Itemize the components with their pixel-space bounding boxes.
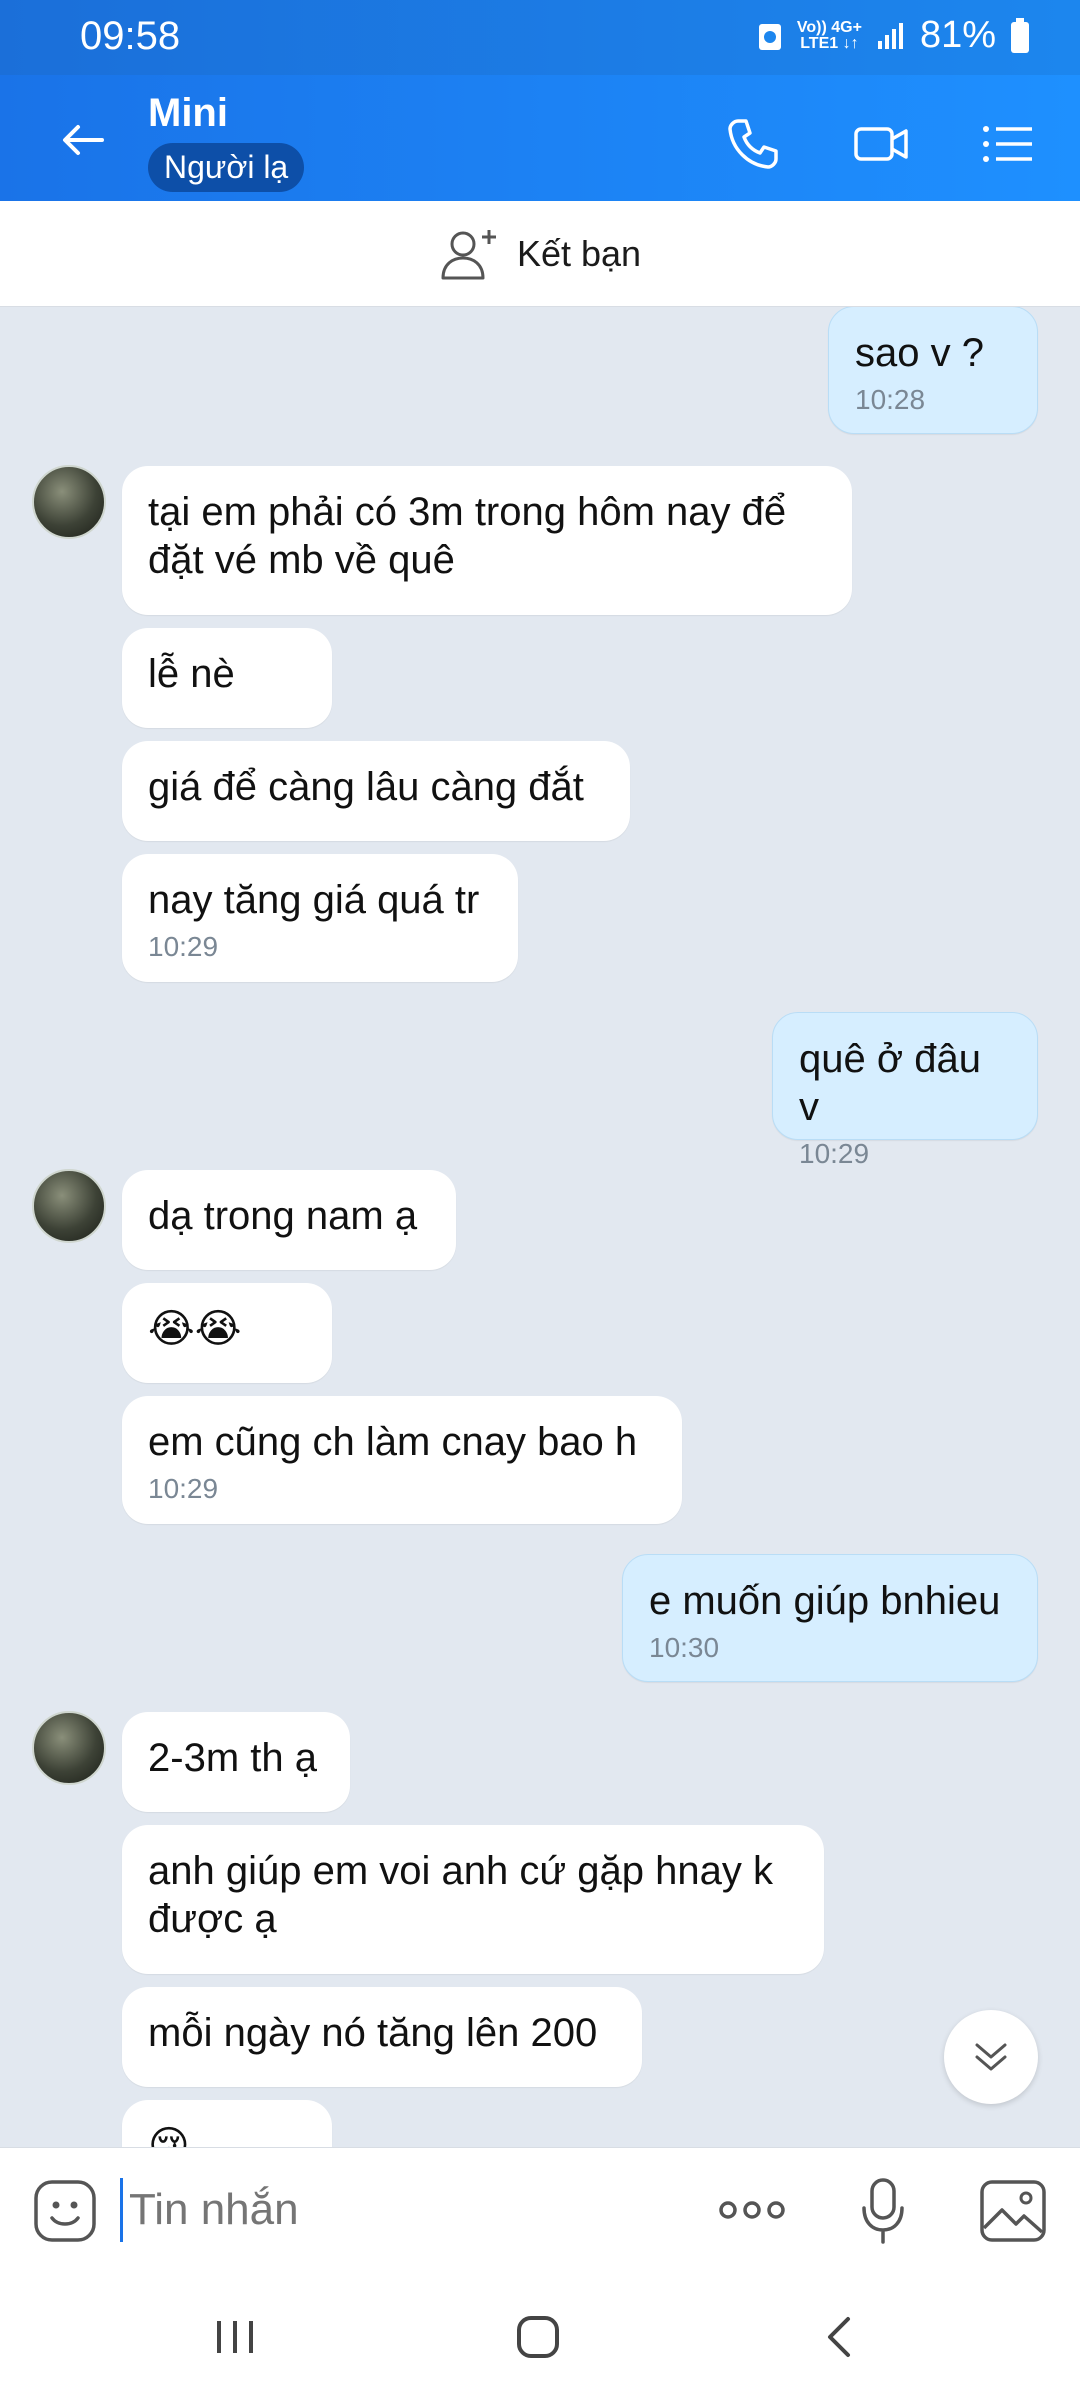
message-bubble-incoming[interactable]: anh giúp em voi anh cứ gặp hnay k được ạ <box>122 1825 824 1974</box>
message-list[interactable]: sao v ? 10:28 tại em phải có 3m trong hô… <box>0 307 1080 2147</box>
message-text: lễ nè <box>148 652 235 696</box>
message-text: e muốn giúp bnhieu <box>649 1579 1001 1623</box>
message-bubble-incoming[interactable]: giá để càng lâu càng đắt <box>122 741 630 841</box>
recycle-icon <box>758 23 781 50</box>
message-bubble-incoming[interactable]: nay tăng giá quá tr 10:29 <box>122 854 518 982</box>
back-arrow-icon[interactable] <box>58 115 108 165</box>
message-bubble-incoming[interactable]: lễ nè <box>122 628 332 728</box>
message-text: anh giúp em voi anh cứ gặp hnay k được ạ <box>148 1849 773 1941</box>
phone-icon[interactable] <box>724 115 782 173</box>
menu-list-icon[interactable] <box>978 115 1036 173</box>
contact-avatar[interactable] <box>32 1169 106 1243</box>
chat-header: Mini Người lạ <box>0 75 1080 201</box>
message-text: em cũng ch làm cnay bao h <box>148 1420 638 1464</box>
battery-percent: 81% <box>919 14 996 56</box>
message-input[interactable] <box>120 2178 680 2242</box>
composer-bar <box>0 2147 1080 2273</box>
more-options-icon[interactable] <box>716 2190 788 2230</box>
message-time: 10:28 <box>855 384 926 415</box>
message-text: 😭😭 <box>148 1307 242 1351</box>
signal-icon <box>877 22 903 49</box>
system-navigation-bar <box>0 2273 1080 2400</box>
message-bubble-outgoing[interactable]: quê ở đâu v 10:29 <box>772 1012 1038 1169</box>
message-bubble-incoming[interactable]: dạ trong nam ạ <box>122 1170 456 1270</box>
network-indicator: Vo)) 4G+ LTE1 ↓↑ <box>796 18 862 52</box>
stranger-badge: Người lạ <box>148 143 305 192</box>
contact-avatar[interactable] <box>32 465 106 539</box>
recent-apps-icon[interactable] <box>205 2309 265 2365</box>
message-time: 10:29 <box>148 931 219 962</box>
contact-avatar[interactable] <box>32 1711 106 1785</box>
double-chevron-down-icon <box>975 2043 1007 2071</box>
message-bubble-incoming[interactable]: 😢 <box>122 2100 332 2147</box>
message-text: dạ trong nam ạ <box>148 1194 418 1238</box>
message-bubble-incoming[interactable]: em cũng ch làm cnay bao h 10:29 <box>122 1396 682 1524</box>
video-call-icon[interactable] <box>852 115 910 173</box>
message-time: 10:29 <box>148 1473 219 1504</box>
message-time: 10:29 <box>799 1138 870 1169</box>
microphone-icon[interactable] <box>858 2176 908 2246</box>
add-friend-label: Kết bạn <box>516 232 642 274</box>
message-text: 2-3m th ạ <box>148 1736 317 1780</box>
network-top: Vo)) 4G+ <box>796 18 862 36</box>
add-friend-button[interactable]: Kết bạn <box>0 201 1080 307</box>
message-bubble-incoming[interactable]: 2-3m th ạ <box>122 1712 350 1812</box>
home-icon[interactable] <box>508 2309 568 2365</box>
message-bubble-incoming[interactable]: mỗi ngày nó tăng lên 200 <box>122 1987 642 2087</box>
status-bar: 09:58 Vo)) 4G+ LTE1 ↓↑ 81% <box>0 0 1080 75</box>
message-text: giá để càng lâu càng đắt <box>148 765 584 809</box>
message-text: tại em phải có 3m trong hôm nay để đặt v… <box>148 490 787 582</box>
sticker-emoji-icon[interactable] <box>32 2178 98 2244</box>
back-nav-icon[interactable] <box>810 2309 870 2365</box>
message-bubble-incoming[interactable]: 😭😭 <box>122 1283 332 1383</box>
network-bottom: LTE1 ↓↑ <box>800 34 859 52</box>
status-icons: Vo)) 4G+ LTE1 ↓↑ 81% <box>757 14 1030 57</box>
add-user-icon <box>441 229 496 279</box>
message-time: 10:30 <box>649 1632 720 1663</box>
contact-name[interactable]: Mini <box>148 91 228 136</box>
message-bubble-outgoing[interactable]: sao v ? 10:28 <box>828 307 1038 434</box>
message-text: sao v ? <box>855 331 984 375</box>
message-text: 😢 <box>148 2124 190 2147</box>
message-bubble-outgoing[interactable]: e muốn giúp bnhieu 10:30 <box>622 1554 1038 1682</box>
message-text: quê ở đâu v <box>799 1037 981 1129</box>
scroll-to-bottom-button[interactable] <box>944 2010 1038 2104</box>
image-gallery-icon[interactable] <box>978 2178 1048 2244</box>
battery-icon <box>1011 17 1029 53</box>
message-bubble-incoming[interactable]: tại em phải có 3m trong hôm nay để đặt v… <box>122 466 852 615</box>
message-text: mỗi ngày nó tăng lên 200 <box>148 2011 598 2055</box>
status-time: 09:58 <box>80 14 181 58</box>
message-text: nay tăng giá quá tr <box>148 878 480 922</box>
